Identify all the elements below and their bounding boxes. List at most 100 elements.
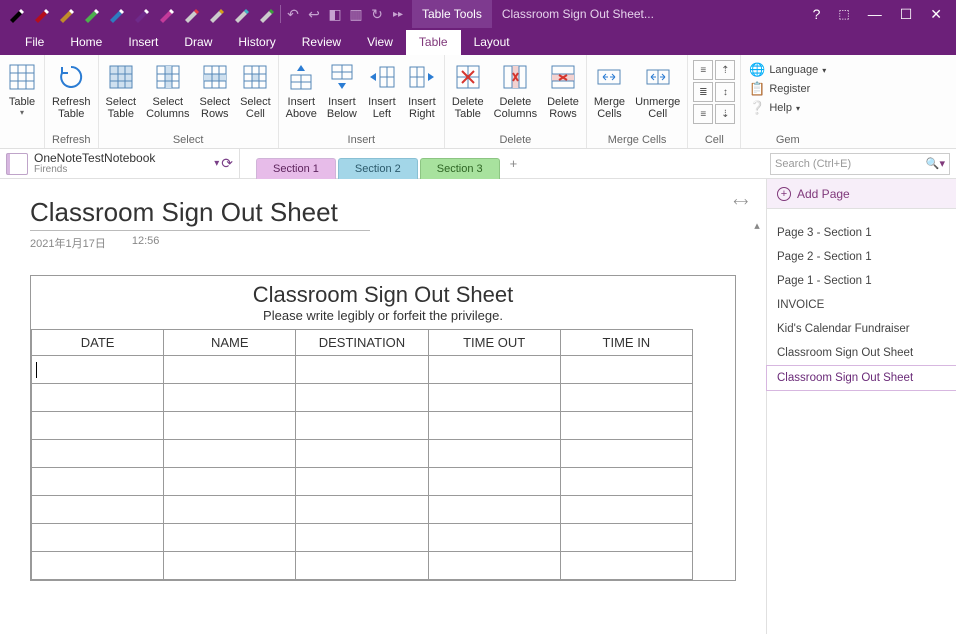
table-row[interactable]	[32, 412, 693, 440]
maximize-icon[interactable]: ☐	[900, 6, 913, 23]
table-cell[interactable]	[428, 384, 560, 412]
page-title[interactable]: Classroom Sign Out Sheet	[30, 197, 736, 228]
table-cell[interactable]	[560, 384, 692, 412]
sync-icon[interactable]: ⟳	[221, 155, 233, 172]
select-cell-button[interactable]: SelectCell	[235, 58, 276, 122]
page-list-item[interactable]: Page 1 - Section 1	[767, 269, 956, 293]
page-date[interactable]: 2021年1月17日	[30, 235, 106, 251]
align-right-icon[interactable]: ≡	[693, 104, 713, 124]
select-rows-button[interactable]: SelectRows	[195, 58, 236, 122]
ribbon-tab-review[interactable]: Review	[289, 30, 354, 55]
table-cell[interactable]	[560, 552, 692, 580]
table-header[interactable]: DATE	[32, 330, 164, 356]
table-cell[interactable]	[164, 412, 296, 440]
chevron-down-icon[interactable]: ▾	[214, 158, 219, 169]
pen-icon[interactable]	[54, 3, 78, 25]
register-button[interactable]: 📋Register	[749, 81, 826, 97]
add-page-button[interactable]: + Add Page	[767, 179, 956, 209]
pen-icon[interactable]	[4, 3, 28, 25]
table-cell[interactable]	[32, 356, 164, 384]
ribbon-tab-layout[interactable]: Layout	[461, 30, 523, 55]
pen-icon[interactable]	[104, 3, 128, 25]
select-columns-button[interactable]: SelectColumns	[141, 58, 194, 122]
page-list-item[interactable]: Page 3 - Section 1	[767, 221, 956, 245]
panel2-icon[interactable]: ▥	[346, 3, 366, 25]
sheet-table[interactable]: DATENAMEDESTINATIONTIME OUTTIME IN	[31, 329, 693, 580]
table-cell[interactable]	[296, 496, 428, 524]
table-cell[interactable]	[560, 468, 692, 496]
undo-icon[interactable]: ↩	[304, 3, 324, 25]
align-top-icon[interactable]: ⇡	[715, 60, 735, 80]
ribbon-tab-draw[interactable]: Draw	[171, 30, 225, 55]
pen-icon[interactable]	[179, 3, 203, 25]
page-list-item[interactable]: Page 2 - Section 1	[767, 245, 956, 269]
insert-left-button[interactable]: InsertLeft	[362, 58, 402, 122]
section-tab[interactable]: Section 3	[420, 158, 500, 179]
table-cell[interactable]	[164, 384, 296, 412]
table-cell[interactable]	[32, 440, 164, 468]
table-cell[interactable]	[296, 440, 428, 468]
minimize-icon[interactable]: —	[868, 6, 882, 22]
align-left-icon[interactable]: ≡	[693, 60, 713, 80]
table-row[interactable]	[32, 496, 693, 524]
table-cell[interactable]	[164, 524, 296, 552]
pen-icon[interactable]	[129, 3, 153, 25]
forward-icon[interactable]: ↻	[367, 3, 387, 25]
insert-right-button[interactable]: InsertRight	[402, 58, 442, 122]
ribbon-tab-view[interactable]: View	[354, 30, 406, 55]
back-icon[interactable]: ↶	[283, 3, 303, 25]
pen-icon[interactable]	[254, 3, 278, 25]
table-cell[interactable]	[560, 496, 692, 524]
page-list-item[interactable]: Kid's Calendar Fundraiser	[767, 317, 956, 341]
table-cell[interactable]	[32, 468, 164, 496]
table-cell[interactable]	[428, 552, 560, 580]
help-button[interactable]: ❔Help▾	[749, 100, 826, 116]
refresh-table-button[interactable]: RefreshTable	[47, 58, 96, 122]
table-cell[interactable]	[428, 412, 560, 440]
add-section-button[interactable]: +	[502, 153, 526, 174]
table-cell[interactable]	[32, 412, 164, 440]
ribbon-toggle-icon[interactable]: ⬚	[838, 7, 849, 21]
table-cell[interactable]	[32, 552, 164, 580]
pen-icon[interactable]	[29, 3, 53, 25]
align-center-icon[interactable]: ≣	[693, 82, 713, 102]
table-cell[interactable]	[164, 496, 296, 524]
align-middle-icon[interactable]: ↕	[715, 82, 735, 102]
table-button[interactable]: Table ▾	[2, 58, 42, 119]
merge-cells-button[interactable]: MergeCells	[589, 58, 630, 122]
page-list-item[interactable]: Classroom Sign Out Sheet	[767, 341, 956, 365]
pen-icon[interactable]	[204, 3, 228, 25]
language-button[interactable]: 🌐Language▾	[749, 62, 826, 78]
table-cell[interactable]	[428, 440, 560, 468]
table-cell[interactable]	[164, 440, 296, 468]
table-cell[interactable]	[428, 356, 560, 384]
table-row[interactable]	[32, 356, 693, 384]
table-cell[interactable]	[428, 524, 560, 552]
table-cell[interactable]	[560, 440, 692, 468]
table-cell[interactable]	[164, 356, 296, 384]
more-icon[interactable]: ▸▸	[388, 3, 408, 25]
ribbon-tab-home[interactable]: Home	[57, 30, 115, 55]
section-tab[interactable]: Section 2	[338, 158, 418, 179]
ribbon-tab-table[interactable]: Table	[406, 30, 461, 55]
page-canvas[interactable]: Classroom Sign Out Sheet 2021年1月17日 12:5…	[0, 179, 766, 599]
table-cell[interactable]	[560, 412, 692, 440]
pen-icon[interactable]	[229, 3, 253, 25]
table-row[interactable]	[32, 468, 693, 496]
close-icon[interactable]: ✕	[930, 6, 942, 23]
table-row[interactable]	[32, 440, 693, 468]
help-icon[interactable]: ?	[813, 6, 821, 22]
delete-table-button[interactable]: DeleteTable	[447, 58, 489, 122]
sign-out-sheet[interactable]: Classroom Sign Out Sheet Please write le…	[30, 275, 736, 581]
table-header[interactable]: TIME IN	[560, 330, 692, 356]
table-cell[interactable]	[164, 552, 296, 580]
insert-above-button[interactable]: InsertAbove	[281, 58, 322, 122]
table-header[interactable]: TIME OUT	[428, 330, 560, 356]
ribbon-tab-history[interactable]: History	[225, 30, 288, 55]
table-cell[interactable]	[560, 356, 692, 384]
pen-icon[interactable]	[79, 3, 103, 25]
table-row[interactable]	[32, 552, 693, 580]
table-cell[interactable]	[560, 524, 692, 552]
table-cell[interactable]	[164, 468, 296, 496]
table-cell[interactable]	[296, 384, 428, 412]
